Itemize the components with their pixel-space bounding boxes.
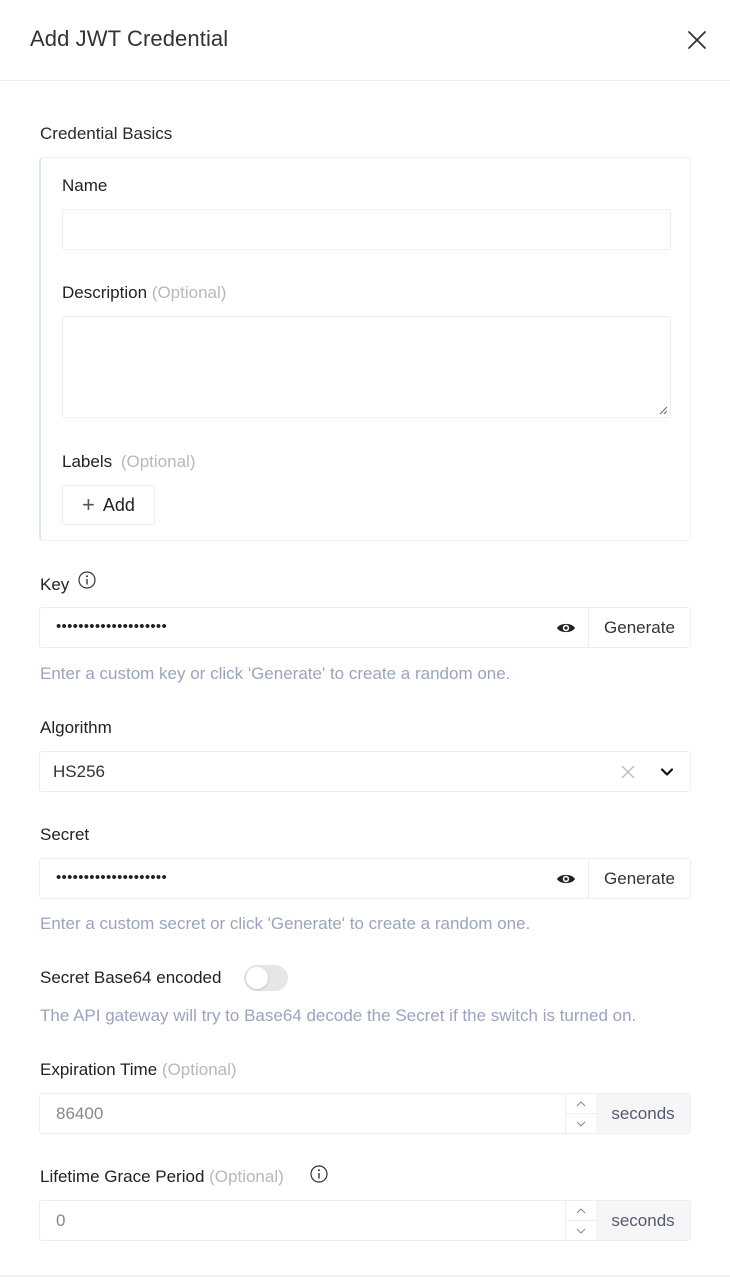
footer-divider: [0, 1275, 730, 1277]
optional-marker: (Optional): [209, 1167, 284, 1186]
base64-label: Secret Base64 encoded: [40, 968, 222, 987]
add-label-button-text: Add: [102, 494, 135, 515]
name-label: Name: [62, 176, 108, 195]
increment-button[interactable]: [566, 1201, 596, 1220]
eye-icon[interactable]: [556, 621, 576, 635]
expiration-unit: seconds: [596, 1094, 690, 1133]
secret-input[interactable]: ••••••••••••••••••••: [40, 859, 588, 898]
grace-period-label-text: Lifetime Grace Period: [40, 1167, 205, 1186]
expiration-label: Expiration Time (Optional): [40, 1060, 237, 1080]
expiration-placeholder: 86400: [56, 1104, 104, 1123]
optional-marker: (Optional): [161, 1060, 237, 1079]
chevron-down-icon: [576, 1121, 586, 1127]
clear-selection-icon[interactable]: [620, 764, 636, 780]
grace-period-unit: seconds: [596, 1201, 690, 1240]
optional-marker: (Optional): [120, 452, 196, 471]
grace-period-stepper: [565, 1201, 596, 1240]
chevron-up-icon: [576, 1100, 586, 1106]
description-textarea[interactable]: [62, 316, 671, 418]
optional-marker: (Optional): [151, 283, 227, 302]
info-icon[interactable]: [78, 571, 96, 589]
info-icon[interactable]: [310, 1165, 328, 1183]
grace-period-input[interactable]: 0: [40, 1201, 565, 1240]
drawer-title: Add JWT Credential: [30, 26, 229, 51]
eye-icon[interactable]: [556, 872, 576, 886]
description-label-text: Description: [62, 283, 148, 302]
decrement-button[interactable]: [566, 1113, 596, 1133]
name-input[interactable]: [62, 209, 671, 250]
chevron-down-icon[interactable]: [660, 766, 674, 778]
labels-label-text: Labels: [62, 452, 113, 471]
secret-masked-value: ••••••••••••••••••••: [56, 869, 168, 886]
plus-icon: +: [82, 492, 95, 517]
generate-secret-button[interactable]: Generate: [588, 859, 690, 898]
decrement-button[interactable]: [566, 1220, 596, 1240]
section-title-credential-basics: Credential Basics: [40, 124, 173, 143]
algorithm-label: Algorithm: [40, 718, 112, 737]
key-input-group: •••••••••••••••••••• Generate: [39, 607, 691, 648]
key-hint: Enter a custom key or click 'Generate' t…: [40, 664, 511, 683]
expiration-input[interactable]: 86400: [40, 1094, 565, 1133]
secret-hint: Enter a custom secret or click 'Generate…: [40, 914, 531, 933]
secret-label: Secret: [40, 825, 90, 844]
grace-period-input-group: 0 seconds: [39, 1200, 691, 1241]
key-input[interactable]: ••••••••••••••••••••: [40, 608, 588, 647]
algorithm-select[interactable]: HS256: [39, 751, 691, 792]
key-masked-value: ••••••••••••••••••••: [56, 618, 168, 635]
description-label: Description (Optional): [62, 283, 226, 303]
base64-toggle[interactable]: [244, 965, 288, 991]
secret-input-group: •••••••••••••••••••• Generate: [39, 858, 691, 899]
generate-key-button[interactable]: Generate: [588, 608, 690, 647]
labels-label: Labels (Optional): [62, 452, 195, 472]
close-icon[interactable]: [684, 27, 710, 53]
chevron-down-icon: [576, 1228, 586, 1234]
grace-period-placeholder: 0: [56, 1211, 66, 1230]
expiration-input-group: 86400 seconds: [39, 1093, 691, 1134]
resize-handle-icon[interactable]: [658, 405, 668, 415]
increment-button[interactable]: [566, 1094, 596, 1113]
key-label: Key: [40, 575, 70, 594]
add-label-button[interactable]: + Add: [62, 485, 155, 525]
algorithm-selected-value: HS256: [53, 762, 105, 781]
grace-period-label: Lifetime Grace Period (Optional): [40, 1167, 284, 1187]
drawer-header: Add JWT Credential: [0, 0, 730, 81]
expiration-label-text: Expiration Time: [40, 1060, 158, 1079]
toggle-knob: [246, 967, 268, 989]
expiration-stepper: [565, 1094, 596, 1133]
base64-hint: The API gateway will try to Base64 decod…: [40, 1006, 637, 1025]
chevron-up-icon: [576, 1207, 586, 1213]
